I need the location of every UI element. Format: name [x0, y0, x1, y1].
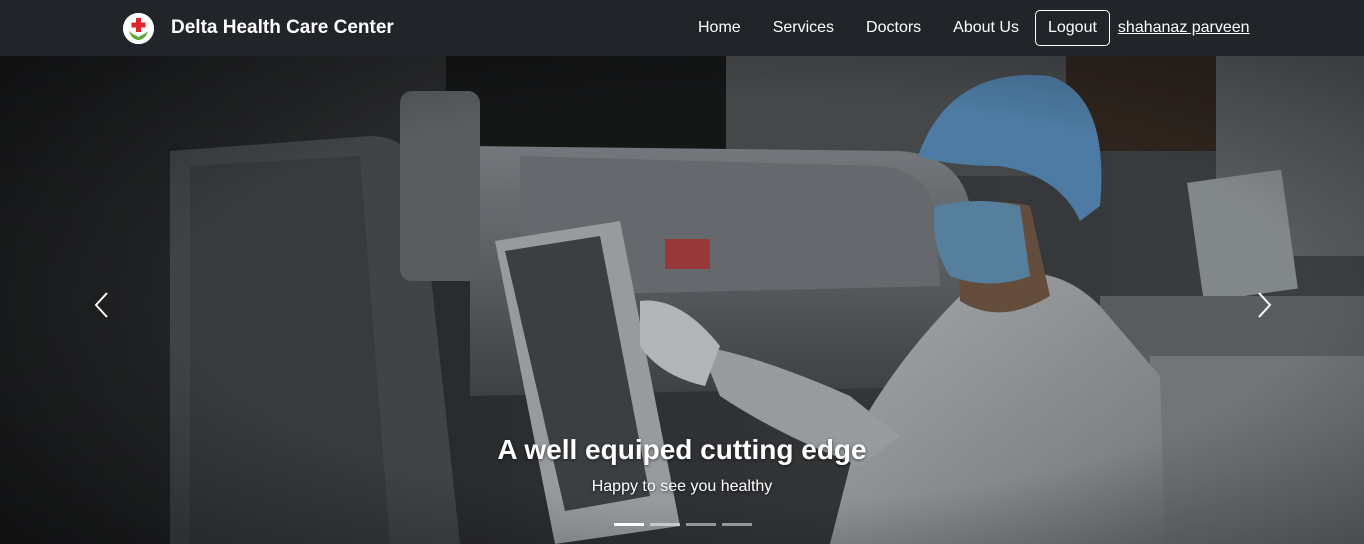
nav-links: Home Services Doctors About Us Logout sh… [682, 9, 1250, 47]
hero-carousel: A well equiped cutting edge Happy to see… [0, 56, 1364, 544]
logout-button[interactable]: Logout [1034, 10, 1110, 46]
carousel-indicator-3[interactable] [686, 523, 716, 526]
navbar: Delta Health Care Center Home Services D… [0, 0, 1364, 56]
carousel-indicator-1[interactable] [614, 523, 644, 526]
nav-home[interactable]: Home [682, 19, 757, 37]
carousel-indicator-4[interactable] [722, 523, 752, 526]
carousel-indicator-2[interactable] [650, 523, 680, 526]
brand-link[interactable]: Delta Health Care Center [123, 12, 394, 44]
nav-about-us[interactable]: About Us [937, 19, 1035, 37]
nav-services[interactable]: Services [757, 19, 850, 37]
carousel-next-button[interactable] [1244, 282, 1284, 328]
user-profile-link[interactable]: shahanaz parveen [1118, 19, 1250, 37]
hero-subtitle: Happy to see you healthy [591, 478, 773, 495]
carousel-prev-button[interactable] [82, 282, 122, 328]
chevron-right-icon [1258, 292, 1272, 318]
carousel-indicators [614, 523, 752, 526]
brand-name: Delta Health Care Center [171, 17, 394, 38]
nav-doctors[interactable]: Doctors [850, 19, 937, 37]
chevron-left-icon [94, 292, 108, 318]
hero-title: A well equiped cutting edge [497, 434, 867, 465]
red-cross-logo-icon [123, 12, 154, 44]
hero-image [0, 56, 1364, 544]
